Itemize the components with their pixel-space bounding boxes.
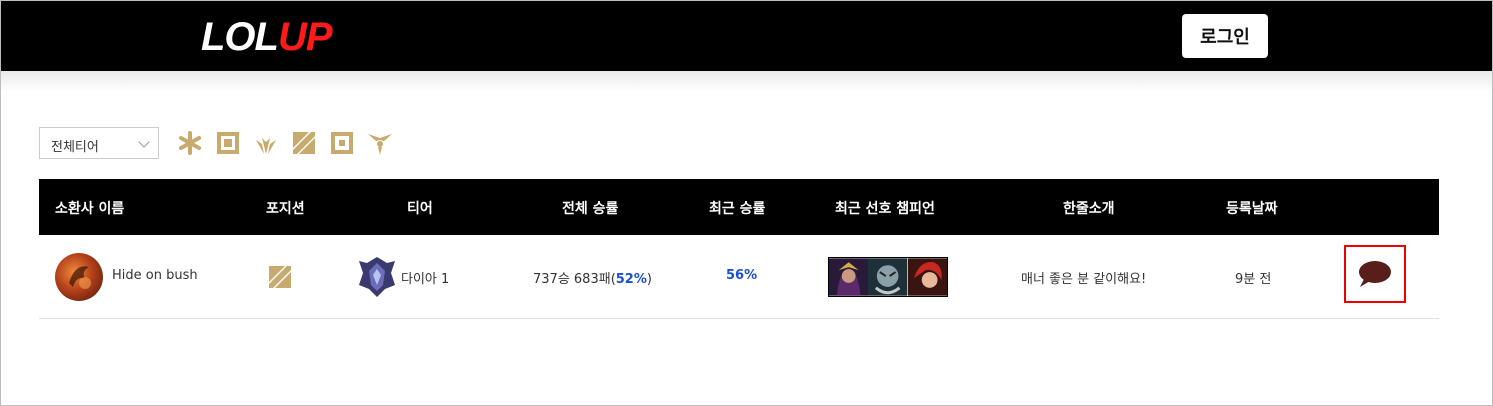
challenger-icon[interactable]	[177, 130, 203, 156]
tier-select-value: 전체티어	[51, 140, 99, 155]
chevron-down-icon	[138, 136, 150, 148]
column-position[interactable]: 포지션	[266, 198, 305, 218]
table-row[interactable]: Hide on bush 다이아 1 737승 683패(52%) 56% 매너…	[39, 235, 1439, 319]
tier-icon-list	[177, 130, 405, 156]
diamond-icon[interactable]	[291, 130, 317, 156]
platinum-icon[interactable]	[329, 130, 355, 156]
logo-text-up: UP	[277, 15, 333, 59]
speech-bubble-icon	[1359, 261, 1391, 287]
champion-3-portrait[interactable]	[907, 258, 947, 296]
summoner-avatar[interactable]	[55, 253, 103, 301]
chat-button[interactable]	[1344, 245, 1406, 303]
mid-lane-icon	[269, 266, 291, 288]
registered-time: 9분 전	[1235, 272, 1272, 287]
column-intro[interactable]: 한줄소개	[1063, 198, 1115, 218]
summoner-name[interactable]: Hide on bush	[112, 268, 198, 283]
champion-2-portrait[interactable]	[868, 258, 908, 296]
win-loss-record: 737승 683패	[533, 272, 611, 287]
tier-label: 다이아 1	[401, 272, 450, 287]
diamond-emblem-icon	[359, 257, 395, 297]
top-navigation-bar: LOLUP 로그인	[1, 1, 1492, 71]
column-recent-champions[interactable]: 최근 선호 챔피언	[835, 198, 935, 218]
lolup-logo[interactable]: LOLUP	[201, 15, 333, 59]
champion-1-portrait[interactable]	[829, 258, 869, 296]
table-header: 소환사 이름 포지션 티어 전체 승률 최근 승률 최근 선호 챔피언 한줄소개…	[39, 179, 1439, 235]
login-button[interactable]: 로그인	[1182, 14, 1268, 58]
recent-champions	[828, 257, 948, 297]
winrate-close-paren: )	[646, 272, 652, 287]
column-registered-date[interactable]: 등록날짜	[1226, 198, 1278, 218]
column-summoner-name[interactable]: 소환사 이름	[55, 198, 124, 218]
logo-text-lol: LOL	[201, 15, 279, 59]
intro-text: 매너 좋은 분 같이해요!	[1021, 272, 1147, 287]
tier-select-dropdown[interactable]: 전체티어	[39, 127, 159, 159]
total-winrate-percent: 52%	[615, 272, 647, 287]
tier-filter-bar: 전체티어	[39, 127, 405, 159]
gold-icon[interactable]	[367, 130, 393, 156]
recent-winrate: 56%	[726, 268, 758, 283]
column-tier[interactable]: 티어	[407, 198, 433, 218]
total-winrate: 737승 683패(52%)	[533, 268, 652, 287]
column-total-winrate[interactable]: 전체 승률	[562, 198, 618, 218]
column-recent-winrate[interactable]: 최근 승률	[709, 198, 765, 218]
master-icon[interactable]	[253, 130, 279, 156]
grandmaster-icon[interactable]	[215, 130, 241, 156]
header-shadow	[1, 71, 1492, 91]
